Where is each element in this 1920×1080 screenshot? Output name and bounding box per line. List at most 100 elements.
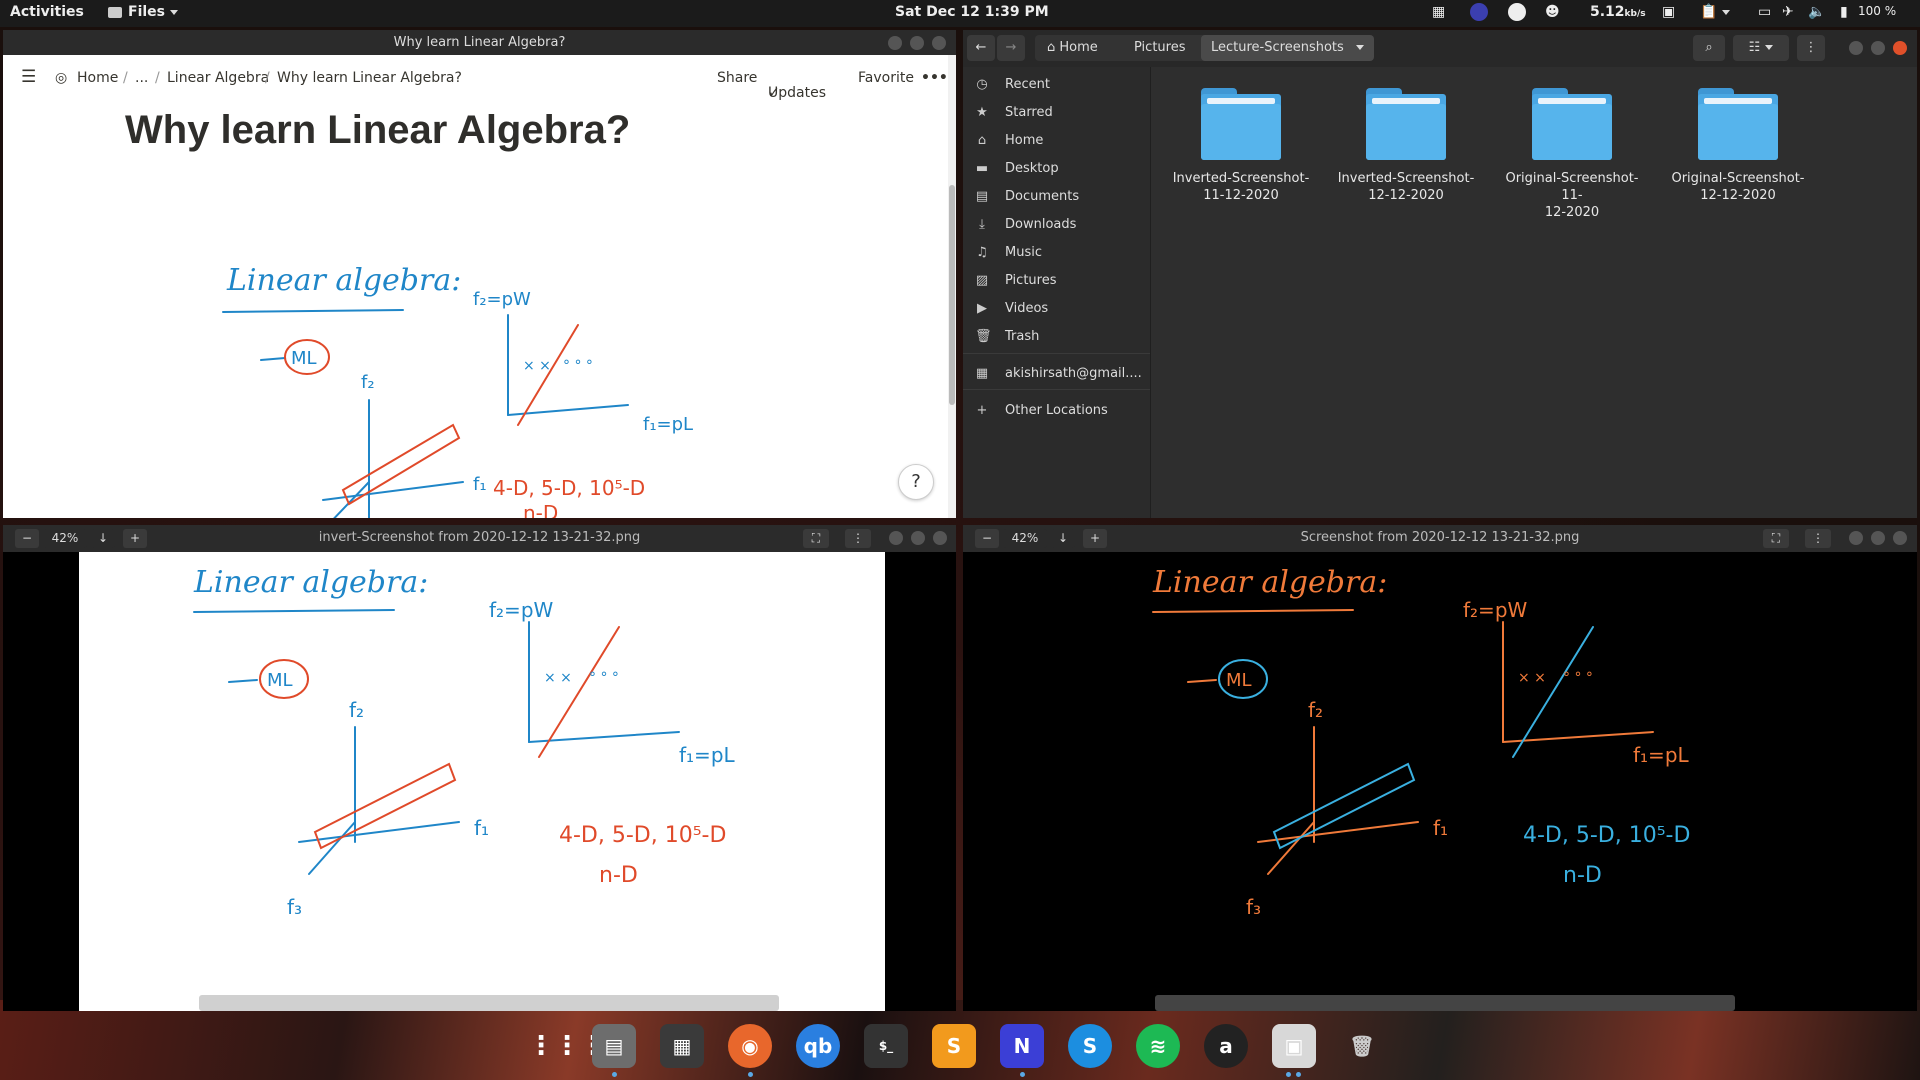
keyboard-indicator-icon[interactable]: ▣ [1662,4,1675,20]
volume-icon[interactable]: 🔈 [1808,4,1825,20]
folder-name: Inverted-Screenshot- [1337,171,1475,186]
files-app-icon[interactable]: ▤ [592,1024,636,1068]
maximize-button[interactable] [1871,41,1885,55]
maximize-button[interactable] [1871,531,1885,545]
sidebar-item-starred[interactable]: ★ Starred [963,99,1150,127]
sidebar-item-videos[interactable]: ▶ Videos [963,295,1150,323]
app-menu[interactable]: Files [108,4,178,20]
window-tiling-icon[interactable]: ▦ [1432,4,1445,20]
close-button[interactable] [1893,531,1907,545]
breadcrumb-separator: / [155,70,160,86]
sidebar-item-label: Trash [1005,329,1040,344]
sidebar-item-trash[interactable]: 🗑 Trash [963,323,1150,351]
favorite-button[interactable]: Favorite [858,70,914,86]
menu-button[interactable]: ⋮ [845,529,871,548]
nordvpn-tray-icon[interactable] [1470,3,1488,21]
cat-tray-icon[interactable]: ☻ [1545,4,1560,20]
screen-icon[interactable]: ▭ [1758,4,1771,20]
path-current-label: Lecture-Screenshots [1211,40,1344,55]
sidebar-item-documents[interactable]: ▤ Documents [963,183,1150,211]
axis-f3 [1267,821,1315,875]
folder-name: 12-12-2020 [1368,188,1444,203]
sidebar-item-account[interactable]: ▦ akishirsath@gmail.... [963,360,1150,388]
minimize-button[interactable] [888,36,902,50]
image-canvas[interactable]: Linear algebra: ML f₂ f₁ f₃ f₂=pW f₁=pL … [963,552,1917,1011]
breadcrumb-current[interactable]: Why learn Linear Algebra? [277,70,462,86]
fullscreen-button[interactable]: ⛶ [1763,529,1789,548]
spotify-icon[interactable]: ≋ [1136,1024,1180,1068]
share-button[interactable]: Share [717,70,757,86]
breadcrumb-linear-algebra[interactable]: Linear Algebra [167,70,269,86]
note-heading: Linear algebra: [193,565,428,600]
battery-icon[interactable]: ▮ [1840,4,1848,20]
help-button[interactable]: ? [898,464,934,500]
running-indicator [1296,1072,1301,1077]
top-bar: Activities Files Sat Dec 12 1:39 PM ▦ ☻ … [0,0,1920,27]
app-grid-icon[interactable]: ⋮⋮⋮ [528,1024,606,1068]
sidebar-item-desktop[interactable]: ▬ Desktop [963,155,1150,183]
menu-icon[interactable]: ☰ [21,67,36,87]
minimize-button[interactable] [1849,531,1863,545]
mail-tray-icon[interactable] [1508,3,1526,21]
simplenote-icon[interactable]: S [1068,1024,1112,1068]
view-options-button[interactable]: ☷ [1733,35,1789,61]
maximize-button[interactable] [911,531,925,545]
menu-button[interactable]: ⋮ [1805,529,1831,548]
fullscreen-button[interactable]: ⛶ [803,529,829,548]
close-button[interactable] [932,36,946,50]
folder-item[interactable]: Original-Screenshot- 12-12-2020 [1663,88,1813,204]
terminal-icon[interactable]: $_ [864,1024,908,1068]
more-options-button[interactable]: ••• [921,70,948,86]
sidebar-item-label: Other Locations [1005,403,1108,418]
clock[interactable]: Sat Dec 12 1:39 PM [895,4,1049,20]
image-canvas[interactable]: Linear algebra: ML f₂ f₁ f₃ f₂=pW f₁=pL … [79,552,885,1011]
page-title[interactable]: Why learn Linear Algebra? [125,108,630,153]
airplane-mode-icon[interactable]: ✈ [1782,4,1794,20]
folder-icon [1366,88,1446,160]
image-viewer-icon[interactable]: ▣ [1272,1024,1316,1068]
video-icon: ▶ [977,301,987,316]
folder-item[interactable]: Inverted-Screenshot- 12-12-2020 [1331,88,1481,204]
folder-name: 12-2020 [1544,205,1600,220]
path-current[interactable]: Lecture-Screenshots [1201,35,1374,61]
calculator-icon[interactable]: ▦ [660,1024,704,1068]
qbittorrent-icon[interactable]: qb [796,1024,840,1068]
path-pictures[interactable]: Pictures [1124,35,1195,61]
forward-button[interactable]: → [997,35,1025,61]
close-button[interactable] [933,531,947,545]
minimize-button[interactable] [1849,41,1863,55]
minimize-button[interactable] [889,531,903,545]
firefox-icon[interactable]: ◉ [728,1024,772,1068]
breadcrumb-ellipsis[interactable]: ... [135,70,148,86]
folder-item[interactable]: Original-Screenshot-11- 12-2020 [1497,88,1647,221]
window-titlebar[interactable]: Why learn Linear Algebra? [3,30,956,55]
dims-text: 4-D, 5-D, 10⁵-D [1523,823,1690,848]
close-button[interactable] [1893,41,1907,55]
sidebar-item-music[interactable]: ♫ Music [963,239,1150,267]
folder-item[interactable]: Inverted-Screenshot- 11-12-2020 [1166,88,1316,204]
scrollbar-thumb[interactable] [949,185,955,405]
back-button[interactable]: ← [967,35,995,61]
sidebar-item-downloads[interactable]: ⤓ Downloads [963,211,1150,239]
search-button[interactable]: ⌕ [1693,35,1725,61]
folder-name: Original-Screenshot-11- [1505,171,1639,203]
nordvpn-icon[interactable]: N [1000,1024,1044,1068]
clipboard-icon[interactable]: 📋 [1700,4,1731,20]
menu-button[interactable]: ⋮ [1797,35,1825,61]
ml-arrow [228,679,258,683]
sidebar-item-home[interactable]: ⌂ Home [963,127,1150,155]
scrollbar[interactable] [948,55,956,518]
sidebar-item-other-locations[interactable]: + Other Locations [963,397,1150,425]
path-home[interactable]: ⌂ Home [1037,35,1108,61]
sublime-text-icon[interactable]: S [932,1024,976,1068]
sidebar-item-recent[interactable]: ◷ Recent [963,71,1150,99]
breadcrumb-home[interactable]: Home [77,70,118,86]
trash-icon[interactable]: 🗑 [1340,1024,1384,1068]
viewer-headerbar: − 42% ↓ + invert-Screenshot from 2020-12… [3,525,956,552]
maximize-button[interactable] [910,36,924,50]
amazon-icon[interactable]: a [1204,1024,1248,1068]
dock: ⋮⋮⋮ ▤ ▦ ◉ qb $_ S N S ≋ a ▣ 🗑 [520,1010,1400,1080]
network-drive-icon: ▦ [975,366,989,381]
activities-button[interactable]: Activities [10,4,84,20]
sidebar-item-pictures[interactable]: ▨ Pictures [963,267,1150,295]
